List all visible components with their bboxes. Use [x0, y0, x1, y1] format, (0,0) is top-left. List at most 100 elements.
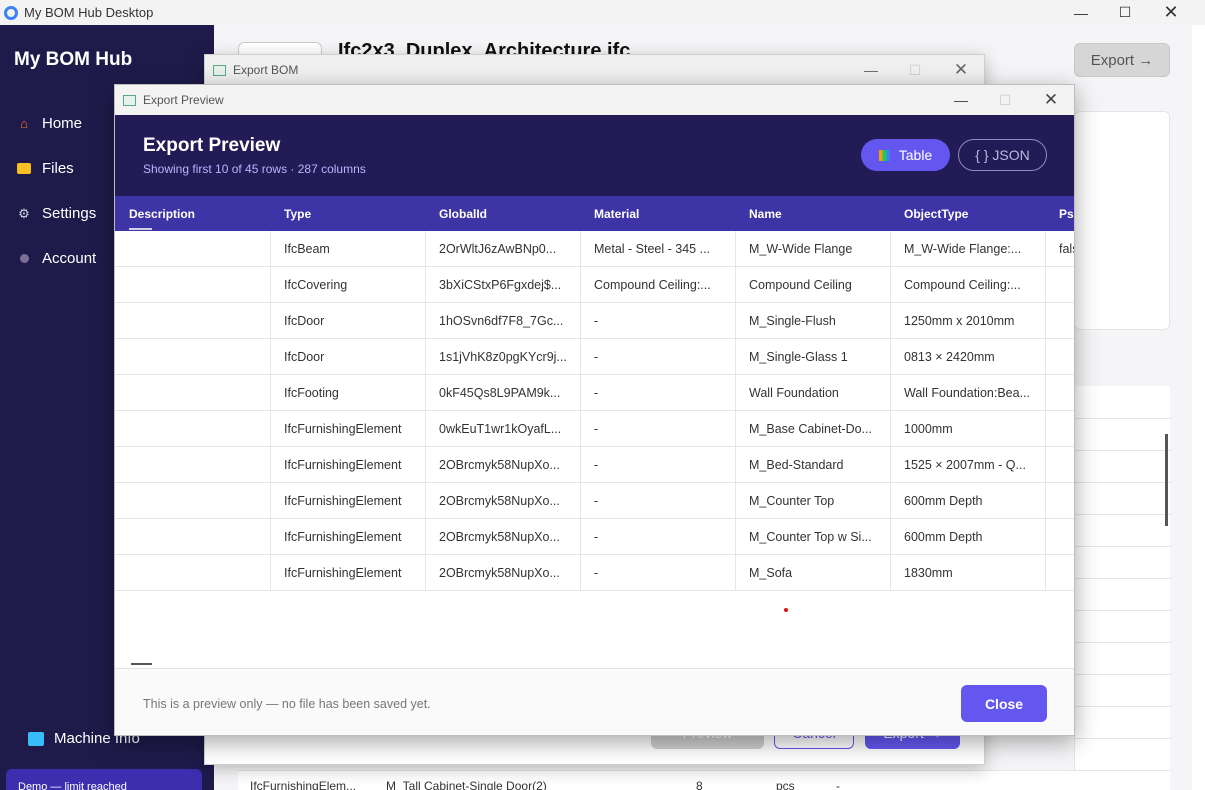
cell-type: IfcFurnishingElement — [284, 566, 402, 580]
horizontal-scrollbar[interactable] — [131, 663, 152, 665]
close-dialog-button[interactable]: ✕ — [941, 55, 981, 85]
cell-divider — [425, 555, 426, 591]
cell-name: M_W-Wide Flange — [749, 242, 853, 256]
cell-objecttype: 1525 × 2007mm - Q... — [904, 458, 1026, 472]
column-header-globalid[interactable]: GlobalId — [439, 207, 487, 221]
maximize-button[interactable]: ☐ — [1102, 0, 1148, 25]
cell-divider — [890, 411, 891, 447]
cell-divider — [270, 555, 271, 591]
cell-divider — [580, 339, 581, 375]
column-header-material[interactable]: Material — [594, 207, 639, 221]
cell-name: M_Base Cabinet-Do... — [749, 422, 872, 436]
cell-name: M_Bed-Standard — [749, 458, 844, 472]
cell-divider — [1045, 483, 1046, 519]
sidebar-item-account[interactable]: Account — [16, 250, 96, 267]
cell-type: IfcDoor — [284, 314, 325, 328]
export-preview-titlebar: Export Preview — [115, 85, 1074, 115]
cell-divider — [735, 519, 736, 555]
sidebar-item-home[interactable]: ⌂ Home — [16, 115, 82, 132]
sidebar-item-label: Settings — [42, 205, 97, 222]
row-qty: 8 — [696, 779, 703, 790]
app-titlebar: My BOM Hub Desktop — [0, 0, 1205, 25]
cell-divider — [580, 447, 581, 483]
cell-divider — [890, 339, 891, 375]
cell-type: IfcFurnishingElement — [284, 458, 402, 472]
json-view-button[interactable]: { } JSON — [958, 139, 1047, 171]
minimize-button[interactable]: — — [1058, 0, 1104, 25]
cell-divider — [270, 483, 271, 519]
table-row[interactable]: IfcFurnishingElement 2OBrcmyk58NupXo... - M… — [115, 555, 1074, 591]
cell-divider — [580, 555, 581, 591]
table-header: Description Type GlobalId Material Name … — [115, 196, 1074, 231]
cell-divider — [735, 303, 736, 339]
cell-divider — [1045, 339, 1046, 375]
table-row[interactable]: IfcDoor 1hOSvn6df7F8_7Gc... - M_Single-Flus… — [115, 303, 1074, 339]
footer-note: This is a preview only — no file has bee… — [143, 697, 431, 711]
sidebar-item-label: Home — [42, 115, 83, 132]
table-row[interactable]: IfcFurnishingElement 0wkEuT1wr1kOyafL... -… — [115, 411, 1074, 447]
sidebar-item-settings[interactable]: ⚙ Settings — [16, 205, 96, 222]
export-button[interactable]: Export → — [1074, 43, 1170, 77]
cell-name: M_Sofa — [749, 566, 793, 580]
column-header-description[interactable]: Description — [129, 207, 195, 221]
cell-divider — [580, 231, 581, 267]
minimize-button[interactable]: — — [939, 85, 983, 115]
close-window-button[interactable]: ✕ — [1148, 0, 1194, 25]
cell-description — [129, 519, 267, 555]
cell-objecttype: 1830mm — [904, 566, 953, 580]
cell-objecttype: 600mm Depth — [904, 530, 983, 544]
export-preview-dialog: Export Preview — ☐ ✕ Export Preview Show… — [114, 84, 1075, 736]
bom-list — [1074, 386, 1171, 790]
main-scrollbar[interactable] — [1192, 25, 1205, 790]
cell-name: Wall Foundation — [749, 386, 839, 400]
cell-divider — [890, 303, 891, 339]
scrollbar-thumb[interactable] — [1165, 434, 1168, 526]
cell-name: Compound Ceiling — [749, 278, 852, 292]
cell-divider — [270, 267, 271, 303]
cell-divider — [270, 519, 271, 555]
close-button[interactable]: Close — [961, 685, 1047, 722]
maximize-button[interactable]: ☐ — [895, 55, 935, 85]
column-header-ps[interactable]: Ps — [1059, 207, 1074, 221]
cell-material: - — [594, 494, 599, 508]
brand-title: My BOM Hub — [14, 49, 133, 70]
table-view-button[interactable]: Table — [861, 139, 950, 171]
preview-footer: This is a preview only — no file has bee… — [115, 668, 1074, 735]
cell-divider — [425, 303, 426, 339]
column-header-objecttype[interactable]: ObjectType — [904, 207, 968, 221]
cell-ps — [1059, 303, 1074, 339]
cell-type: IfcCovering — [284, 278, 348, 292]
cell-divider — [890, 447, 891, 483]
table-row[interactable]: IfcFooting 0kF45Qs8L9PAM9k... - Wall Founda… — [115, 375, 1074, 411]
row-extra: - — [836, 779, 840, 790]
table-row[interactable]: IfcFurnishingElem... M_Tall Cabinet-Sing… — [238, 770, 1170, 790]
demo-badge: Demo — limit reached — [6, 769, 202, 790]
cell-globalid: 2OBrcmyk58NupXo... — [439, 530, 560, 544]
cell-globalid: 3bXiCStxP6Fgxdej$... — [439, 278, 562, 292]
cell-divider — [580, 519, 581, 555]
user-icon — [16, 251, 32, 267]
column-header-type[interactable]: Type — [284, 207, 311, 221]
minimize-button[interactable]: — — [851, 55, 891, 85]
sidebar-item-files[interactable]: Files — [16, 160, 74, 177]
table-row[interactable]: IfcBeam 2OrWltJ6zAwBNp0... Metal - Steel -… — [115, 231, 1074, 267]
cell-objecttype: 0813 × 2420mm — [904, 350, 995, 364]
table-row[interactable]: IfcDoor 1s1jVhK8z0pgKYcr9j... - M_Single-Gl… — [115, 339, 1074, 375]
sidebar-item-label: Account — [42, 250, 97, 267]
table-row[interactable]: IfcFurnishingElement 2OBrcmyk58NupXo... - M… — [115, 519, 1074, 555]
maximize-button[interactable]: ☐ — [983, 85, 1027, 115]
table-row[interactable]: IfcCovering 3bXiCStxP6Fgxdej$... Compound … — [115, 267, 1074, 303]
cell-divider — [580, 375, 581, 411]
cell-divider — [425, 519, 426, 555]
cell-type: IfcFooting — [284, 386, 339, 400]
cell-type: IfcFurnishingElement — [284, 422, 402, 436]
cell-ps — [1059, 483, 1074, 519]
cell-divider — [735, 411, 736, 447]
column-header-name[interactable]: Name — [749, 207, 782, 221]
cell-divider — [270, 411, 271, 447]
cell-description — [129, 411, 267, 447]
table-row[interactable]: IfcFurnishingElement 2OBrcmyk58NupXo... - M… — [115, 447, 1074, 483]
close-dialog-button[interactable]: ✕ — [1029, 85, 1073, 115]
cell-divider — [270, 339, 271, 375]
table-row[interactable]: IfcFurnishingElement 2OBrcmyk58NupXo... - M… — [115, 483, 1074, 519]
